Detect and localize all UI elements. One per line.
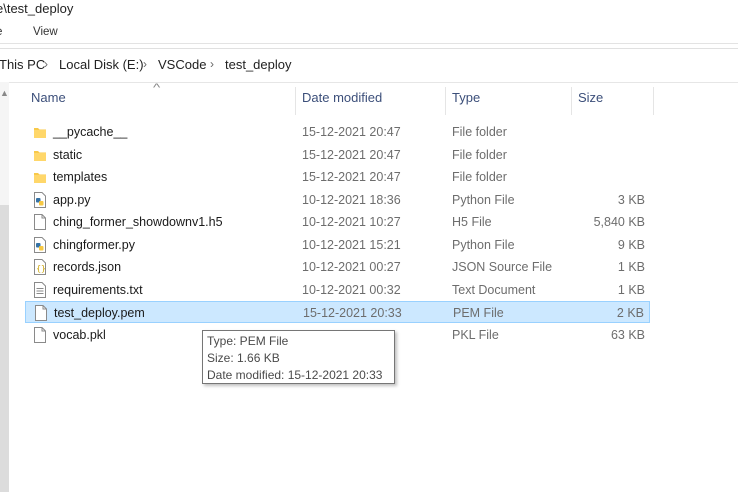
column-header-name[interactable]: Name	[31, 90, 66, 114]
column-header-type[interactable]: Type	[452, 90, 480, 114]
file-row[interactable]: __pycache__ 15-12-2021 20:47 File folder	[25, 121, 650, 143]
file-size: 5,840 KB	[593, 215, 645, 229]
file-size: 1 KB	[617, 260, 645, 274]
file-type: JSON Source File	[452, 260, 553, 274]
python-file-icon	[33, 191, 47, 208]
python-file-icon	[33, 236, 47, 253]
file-type: Python File	[452, 237, 515, 252]
file-date-modified: 15-12-2021 20:47	[302, 147, 401, 162]
file-size: 2 KB	[616, 306, 644, 320]
file-icon	[33, 326, 47, 343]
folder-icon	[33, 124, 47, 140]
file-type: File folder	[452, 170, 507, 184]
file-type: PKL File	[452, 327, 499, 342]
text-file-icon	[33, 281, 47, 298]
file-date-modified: 10-12-2021 00:32	[302, 282, 401, 297]
file-name: vocab.pkl	[53, 327, 106, 342]
file-name: chingformer.py	[53, 237, 135, 252]
file-type: File folder	[452, 125, 507, 139]
file-row[interactable]: app.py 10-12-2021 18:36 Python File 3 KB	[25, 189, 650, 211]
menu-file[interactable]: e	[0, 26, 2, 38]
svg-text:{}: {}	[36, 264, 46, 273]
breadcrumb-vscode[interactable]: VSCode	[158, 57, 206, 72]
file-date-modified: 10-12-2021 00:27	[302, 260, 401, 274]
breadcrumb-test-deploy[interactable]: test_deploy	[225, 57, 292, 72]
file-type: H5 File	[452, 215, 492, 229]
file-row[interactable]: ching_former_showdownv1.h5 10-12-2021 10:…	[25, 211, 650, 233]
scroll-up-icon[interactable]: ▲	[0, 88, 9, 98]
file-row[interactable]: {} records.json 10-12-2021 00:27 JSON Sourc…	[25, 256, 650, 278]
file-size: 1 KB	[617, 282, 645, 297]
window-title: e\test_deploy	[0, 1, 74, 16]
column-divider[interactable]	[295, 87, 296, 115]
file-name: app.py	[53, 192, 91, 207]
column-divider[interactable]	[653, 87, 654, 115]
json-file-icon: {}	[33, 259, 47, 275]
file-size: 3 KB	[617, 192, 645, 207]
tooltip-type: Type: PEM File	[207, 334, 289, 348]
file-row[interactable]: static 15-12-2021 20:47 File folder	[25, 144, 650, 166]
column-header-size[interactable]: Size	[578, 90, 603, 114]
file-date-modified: 15-12-2021 20:47	[302, 125, 401, 139]
file-row[interactable]: test_deploy.pem 15-12-2021 20:33 PEM File 2…	[25, 301, 650, 323]
breadcrumb-this-pc[interactable]: This PC	[0, 57, 45, 72]
column-divider[interactable]	[445, 87, 446, 115]
tooltip-size: Size: 1.66 KB	[207, 351, 280, 365]
file-size: 9 KB	[617, 237, 645, 252]
file-row[interactable]: requirements.txt 10-12-2021 00:32 Text Doc…	[25, 279, 650, 301]
file-name: __pycache__	[53, 125, 128, 139]
file-size: 63 KB	[610, 327, 645, 342]
file-date-modified: 10-12-2021 10:27	[302, 215, 401, 229]
file-type: Python File	[452, 192, 515, 207]
breadcrumb-local-disk[interactable]: Local Disk (E:)	[59, 57, 144, 72]
menu-view[interactable]: View	[33, 26, 58, 38]
tooltip-date: Date modified: 15-12-2021 20:33	[207, 368, 383, 382]
column-divider[interactable]	[571, 87, 572, 115]
chevron-right-icon[interactable]: ›	[210, 57, 214, 71]
address-bar[interactable]: This PC › Local Disk (E:) › VSCode › tes…	[0, 48, 738, 83]
file-row[interactable]: chingformer.py 10-12-2021 15:21 Python Fil…	[25, 234, 650, 256]
folder-icon	[33, 147, 47, 163]
file-date-modified: 15-12-2021 20:47	[302, 170, 401, 184]
file-type: Text Document	[452, 282, 536, 297]
file-name: test_deploy.pem	[54, 306, 145, 320]
file-name: records.json	[53, 260, 122, 274]
file-icon	[33, 214, 47, 230]
file-name: requirements.txt	[53, 282, 143, 297]
sort-ascending-icon: ^	[152, 82, 161, 94]
file-name: static	[53, 147, 83, 162]
file-name: templates	[53, 170, 108, 184]
file-date-modified: 10-12-2021 18:36	[302, 192, 401, 207]
column-header-date-modified[interactable]: Date modified	[302, 90, 382, 114]
file-type: PEM File	[453, 306, 504, 320]
chevron-right-icon[interactable]: ›	[143, 57, 147, 71]
file-date-modified: 10-12-2021 15:21	[302, 237, 401, 252]
file-info-tooltip: Type: PEM File Size: 1.66 KB Date modifi…	[202, 330, 395, 384]
folder-icon	[33, 169, 47, 185]
navigation-scrollbar[interactable]	[0, 205, 9, 492]
file-row[interactable]: templates 15-12-2021 20:47 File folder	[25, 166, 650, 188]
file-icon	[34, 305, 48, 321]
file-type: File folder	[452, 147, 507, 162]
file-name: ching_former_showdownv1.h5	[53, 215, 223, 229]
file-date-modified: 15-12-2021 20:33	[303, 306, 402, 320]
chevron-right-icon[interactable]: ›	[44, 57, 48, 71]
ribbon-divider	[0, 43, 738, 44]
